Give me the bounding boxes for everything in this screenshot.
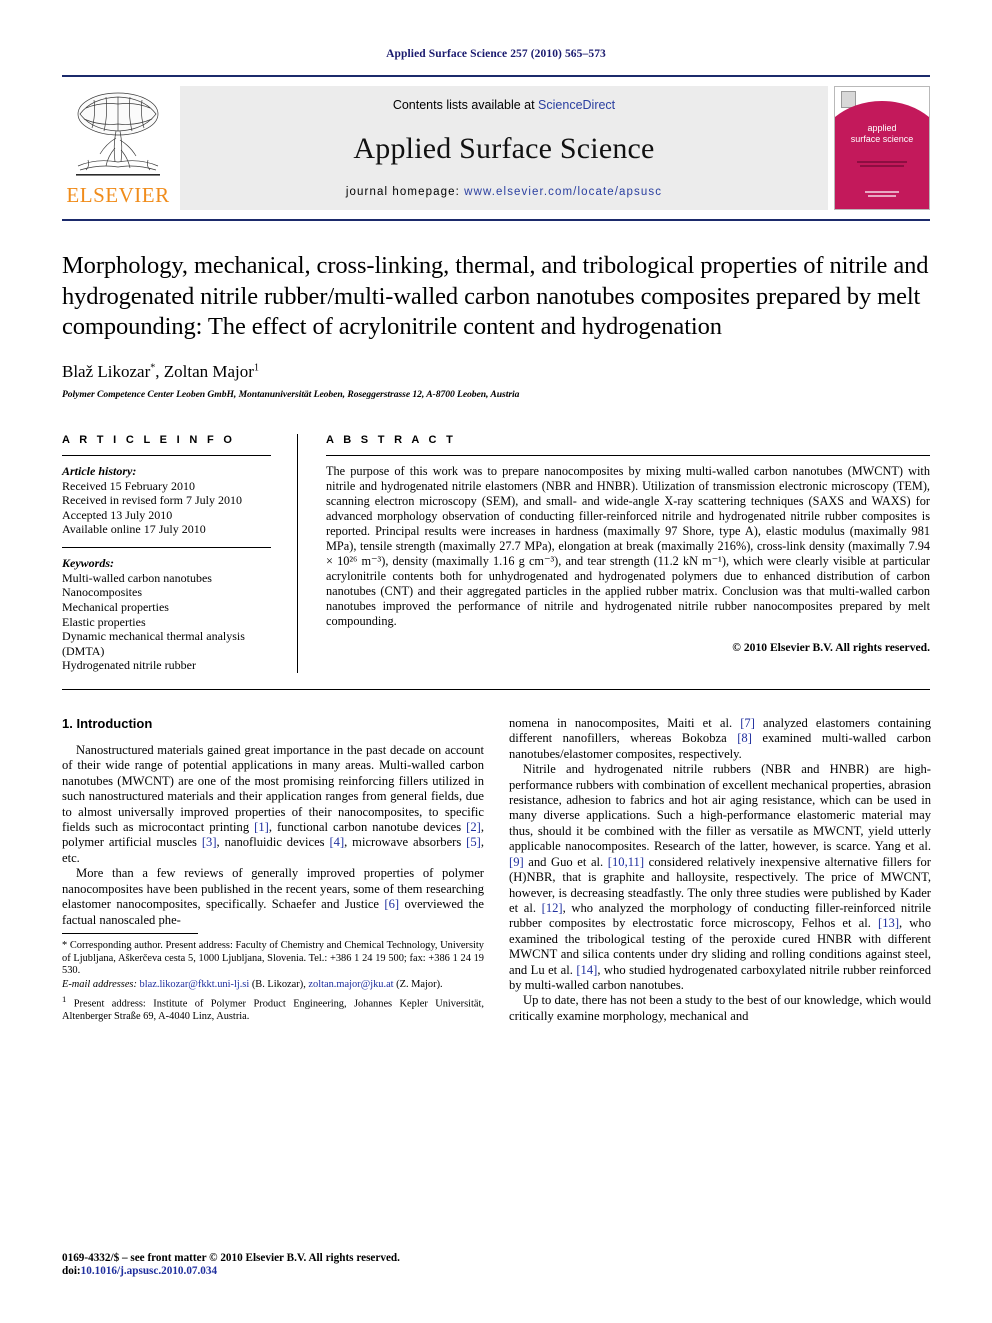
citation-10-11[interactable]: [10,11]: [608, 855, 644, 869]
p1-text-b: , functional carbon nanotube devices: [268, 820, 467, 835]
r1-text-a: nomena in nanocomposites, Maiti et al.: [509, 716, 741, 731]
running-head: Applied Surface Science 257 (2010) 565–5…: [386, 48, 606, 60]
footnote-present-address: 1 Present address: Institute of Polymer …: [62, 993, 484, 1024]
citation-2[interactable]: [2]: [466, 820, 481, 834]
keyword-item: Mechanical properties: [62, 600, 169, 615]
email-label: E-mail addresses:: [62, 978, 137, 990]
keywords-block: Keywords: Multi-walled carbon nanotubes …: [62, 546, 271, 673]
abstract-divider: [326, 454, 930, 456]
sciencedirect-link[interactable]: ScienceDirect: [538, 98, 615, 112]
citation-12[interactable]: [12]: [542, 901, 563, 915]
citation-13[interactable]: [13]: [878, 916, 899, 930]
history-item: Accepted 13 July 2010: [62, 507, 173, 522]
citation-14[interactable]: [14]: [576, 963, 597, 977]
keyword-item: Hydrogenated nitrile rubber: [62, 658, 196, 673]
email-link-1[interactable]: blaz.likozar@fkkt.uni-lj.si: [140, 979, 250, 990]
info-abstract-section: A R T I C L E I N F O Article history: R…: [62, 433, 930, 691]
present-address-text: Present address: Institute of Polymer Pr…: [62, 997, 484, 1022]
citation-9[interactable]: [9]: [509, 855, 524, 869]
keywords-title: Keywords:: [62, 555, 114, 570]
body-columns: 1. Introduction Nanostructured materials…: [62, 716, 931, 1024]
issn-line: 0169-4332/$ – see front matter © 2010 El…: [62, 1251, 400, 1264]
history-item: Available online 17 July 2010: [62, 522, 206, 537]
citation-5[interactable]: [5]: [466, 835, 481, 849]
r2-text-d: , who analyzed the morphology of conduct…: [509, 900, 931, 931]
doi-line: doi:10.1016/j.apsusc.2010.07.034: [62, 1265, 400, 1279]
p1-text-e: , microwave absorbers: [344, 835, 467, 850]
intro-paragraph-4: Up to date, there has not been a study t…: [509, 993, 931, 1023]
abstract-heading: A B S T R A C T: [326, 433, 457, 446]
elsevier-wordmark: ELSEVIER: [66, 183, 170, 207]
keyword-item: Nanocomposites: [62, 585, 142, 600]
contents-prefix: Contents lists available at: [392, 98, 539, 112]
body-column-left: 1. Introduction Nanostructured materials…: [62, 716, 484, 1024]
homepage-url-link[interactable]: www.elsevier.com/locate/apsusc: [464, 186, 662, 198]
citation-4[interactable]: [4]: [329, 835, 344, 849]
abstract-text: The purpose of this work was to prepare …: [326, 463, 930, 629]
page-title: Morphology, mechanical, cross-linking, t…: [62, 252, 929, 340]
journal-article-first-page: Applied Surface Science 257 (2010) 565–5…: [0, 0, 992, 1323]
citation-6[interactable]: [6]: [384, 897, 399, 911]
elsevier-logo: ELSEVIER: [62, 86, 174, 210]
author-2: , Zoltan Major: [155, 361, 254, 381]
citation-3[interactable]: [3]: [202, 835, 217, 849]
doi-prefix: doi:: [62, 1265, 81, 1278]
intro-paragraph-2-continued: nomena in nanocomposites, Maiti et al. […: [509, 716, 931, 762]
info-divider: [62, 454, 271, 456]
footnote-rule: [62, 933, 198, 935]
keyword-item: (DMTA): [62, 643, 105, 658]
article-info-heading: A R T I C L E I N F O: [62, 433, 236, 446]
history-item: Received in revised form 7 July 2010: [62, 493, 242, 508]
email-link-2[interactable]: zoltan.major@jku.at: [308, 979, 393, 990]
contents-lists-line: Contents lists available at ScienceDirec…: [393, 98, 615, 112]
title-block: Morphology, mechanical, cross-linking, t…: [62, 221, 930, 400]
r2-text-b: and Guo et al.: [523, 854, 608, 869]
keyword-item: Elastic properties: [62, 614, 146, 629]
history-item: Received 15 February 2010: [62, 478, 195, 493]
p1-text-d: , nanofluidic devices: [216, 835, 330, 850]
intro-paragraph-2: More than a few reviews of generally imp…: [62, 866, 484, 928]
intro-paragraph-3: Nitrile and hydrogenated nitrile rubbers…: [509, 762, 931, 993]
citation-8[interactable]: [8]: [737, 731, 752, 745]
footnotes-block: * Corresponding author. Present address:…: [62, 933, 484, 1024]
doi-link[interactable]: 10.1016/j.apsusc.2010.07.034: [81, 1265, 217, 1277]
journal-masthead: ELSEVIER Contents lists available at Sci…: [62, 75, 930, 221]
body-column-right: nomena in nanocomposites, Maiti et al. […: [509, 716, 931, 1024]
r2-text-a: Nitrile and hydrogenated nitrile rubbers…: [509, 762, 931, 854]
journal-title: Applied Surface Science: [353, 132, 655, 165]
author-1: Blaž Likozar: [62, 361, 151, 381]
elsevier-tree-icon: [76, 92, 160, 176]
keyword-item: Dynamic mechanical thermal analysis: [62, 629, 245, 644]
cover-journal-title: applied surface science: [835, 123, 929, 145]
abstract-copyright: © 2010 Elsevier B.V. All rights reserved…: [732, 640, 930, 654]
article-history-title: Article history:: [62, 463, 137, 478]
homepage-prefix: journal homepage:: [345, 186, 465, 198]
citation-7[interactable]: [7]: [740, 716, 755, 730]
author-list: Blaž Likozar*, Zoltan Major1: [62, 362, 930, 382]
journal-cover-thumbnail: applied surface science: [834, 86, 930, 210]
footnote-corresponding-author: * Corresponding author. Present address:…: [62, 940, 484, 977]
article-info-column: A R T I C L E I N F O Article history: R…: [62, 433, 298, 674]
cover-title-line-2: surface science: [850, 134, 914, 144]
email-owner-2: (Z. Major).: [393, 978, 443, 990]
footnote-email-addresses: E-mail addresses: blaz.likozar@fkkt.uni-…: [62, 979, 484, 992]
section-heading-introduction: 1. Introduction: [62, 716, 153, 732]
abstract-column: A B S T R A C T The purpose of this work…: [298, 434, 930, 674]
cover-subtext-lines: [847, 159, 917, 168]
author-2-marker[interactable]: 1: [254, 362, 259, 373]
journal-homepage-line: journal homepage: www.elsevier.com/locat…: [346, 186, 662, 198]
affiliation: Polymer Competence Center Leoben GmbH, M…: [62, 388, 520, 400]
masthead-center-panel: Contents lists available at ScienceDirec…: [180, 86, 828, 210]
cover-title-line-1: applied: [867, 123, 897, 133]
cover-footer-lines: [851, 189, 913, 199]
citation-1[interactable]: [1]: [254, 820, 269, 834]
keywords-divider: [62, 546, 271, 548]
intro-paragraph-1: Nanostructured materials gained great im…: [62, 743, 484, 866]
keyword-item: Multi-walled carbon nanotubes: [62, 570, 212, 585]
issn-doi-block: 0169-4332/$ – see front matter © 2010 El…: [62, 1252, 400, 1279]
email-owner-1: (B. Likozar),: [249, 978, 309, 990]
